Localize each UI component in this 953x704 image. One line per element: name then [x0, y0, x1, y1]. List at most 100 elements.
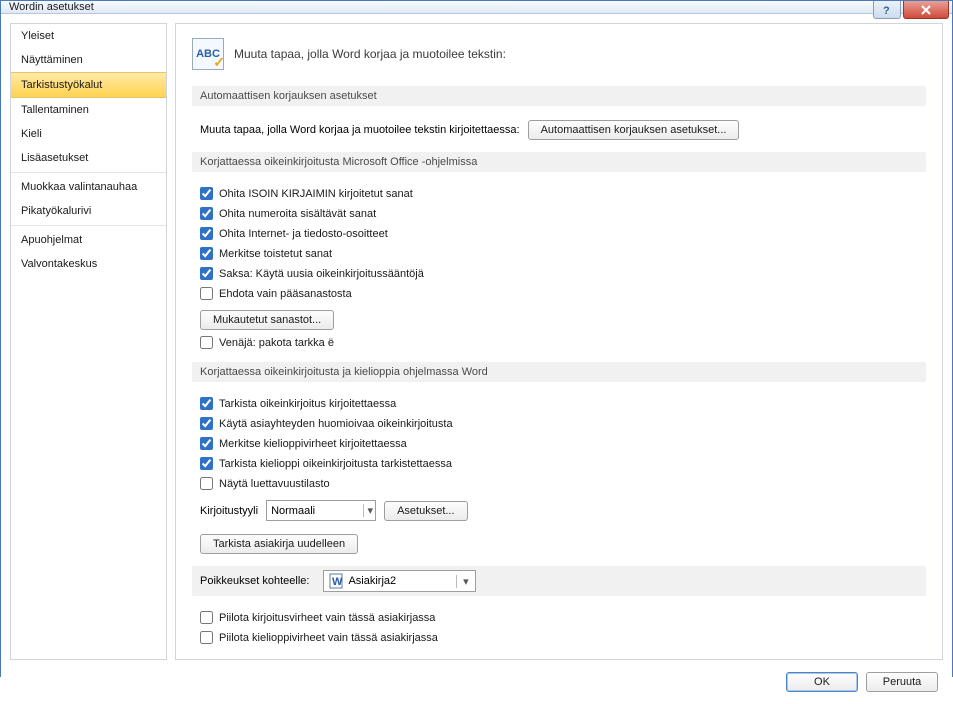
checkbox-label: Näytä luettavuustilasto — [219, 478, 330, 490]
section-office-spell-head: Korjattaessa oikeinkirjoitusta Microsoft… — [192, 152, 926, 172]
checkbox[interactable] — [200, 457, 213, 470]
checkbox-row: Piilota kirjoitusvirheet vain tässä asia… — [200, 610, 918, 625]
window-controls: ? — [871, 1, 949, 19]
checkbox[interactable] — [200, 207, 213, 220]
sidebar-separator — [11, 172, 166, 173]
recheck-document-button[interactable]: Tarkista asiakirja uudelleen — [200, 534, 358, 554]
autocorrect-row: Muuta tapaa, jolla Word korjaa ja muotoi… — [200, 120, 918, 140]
content-panel: ABC Muuta tapaa, jolla Word korjaa ja mu… — [175, 23, 943, 660]
checkbox-label: Tarkista kielioppi oikeinkirjoitusta tar… — [219, 458, 452, 470]
writing-style-select[interactable]: Normaali ▾ — [266, 500, 376, 521]
chevron-down-icon: ▾ — [363, 504, 374, 517]
checkbox[interactable] — [200, 336, 213, 349]
writing-style-value: Normaali — [271, 505, 315, 517]
autocorrect-options-button[interactable]: Automaattisen korjauksen asetukset... — [528, 120, 740, 140]
dialog-body: YleisetNäyttäminenTarkistustyökalutTalle… — [1, 14, 952, 704]
checkbox-label: Saksa: Käytä uusia oikeinkirjoitussääntö… — [219, 268, 424, 280]
section-autocorrect-body: Muuta tapaa, jolla Word korjaa ja muotoi… — [192, 114, 926, 144]
checkbox-label: Ohita numeroita sisältävät sanat — [219, 208, 376, 220]
main-pane: YleisetNäyttäminenTarkistustyökalutTalle… — [1, 14, 952, 660]
checkbox[interactable] — [200, 227, 213, 240]
page-title: Muuta tapaa, jolla Word korjaa ja muotoi… — [234, 47, 506, 61]
sidebar-item[interactable]: Tarkistustyökalut — [11, 72, 166, 98]
sidebar-item[interactable]: Pikatyökalurivi — [11, 199, 166, 223]
custom-dict-row: Mukautetut sanastot... — [200, 310, 918, 330]
checkbox-label: Piilota kirjoitusvirheet vain tässä asia… — [219, 612, 435, 624]
exceptions-doc-select[interactable]: W Asiakirja2 ▾ — [323, 570, 475, 592]
checkbox[interactable] — [200, 247, 213, 260]
svg-text:?: ? — [883, 5, 890, 16]
checkbox-row: Tarkista oikeinkirjoitus kirjoitettaessa — [200, 396, 918, 411]
help-button[interactable]: ? — [873, 1, 901, 19]
recheck-row: Tarkista asiakirja uudelleen — [200, 534, 918, 554]
checkbox-label: Ohita ISOIN KIRJAIMIN kirjoitetut sanat — [219, 188, 413, 200]
section-office-spell-body: Ohita ISOIN KIRJAIMIN kirjoitetut sanat O… — [192, 180, 926, 354]
checkbox-row: Piilota kielioppivirheet vain tässä asia… — [200, 630, 918, 645]
checkbox-row: Tarkista kielioppi oikeinkirjoitusta tar… — [200, 456, 918, 471]
sidebar-item[interactable]: Kieli — [11, 122, 166, 146]
checkbox-row: Venäjä: pakota tarkka ë — [200, 335, 918, 350]
help-icon: ? — [881, 4, 893, 16]
ok-button[interactable]: OK — [786, 672, 858, 692]
close-button[interactable] — [903, 1, 949, 19]
exceptions-doc-name: Asiakirja2 — [348, 575, 456, 587]
window-title: Wordin asetukset — [1, 1, 94, 13]
section-exceptions-body: Piilota kirjoitusvirheet vain tässä asia… — [192, 604, 926, 649]
exceptions-label: Poikkeukset kohteelle: — [200, 575, 309, 587]
chevron-down-icon: ▾ — [456, 575, 475, 588]
page-header: ABC Muuta tapaa, jolla Word korjaa ja mu… — [192, 34, 926, 78]
sidebar-item[interactable]: Tallentaminen — [11, 98, 166, 122]
sidebar-item[interactable]: Näyttäminen — [11, 48, 166, 72]
titlebar: Wordin asetukset ? — [1, 1, 952, 14]
checkbox-row: Näytä luettavuustilasto — [200, 476, 918, 491]
checkbox-label: Ohita Internet- ja tiedosto-osoitteet — [219, 228, 388, 240]
category-sidebar: YleisetNäyttäminenTarkistustyökalutTalle… — [10, 23, 167, 660]
sidebar-item[interactable]: Yleiset — [11, 24, 166, 48]
close-icon — [919, 5, 933, 15]
checkbox-row: Merkitse kielioppivirheet kirjoitettaess… — [200, 436, 918, 451]
section-word-spell-head: Korjattaessa oikeinkirjoitusta ja kielio… — [192, 362, 926, 382]
checkbox-row: Ohita numeroita sisältävät sanat — [200, 206, 918, 221]
writing-style-row: Kirjoitustyyli Normaali ▾ Asetukset... — [200, 500, 918, 521]
cancel-button[interactable]: Peruuta — [866, 672, 938, 692]
proofing-icon: ABC — [192, 38, 224, 70]
checkbox[interactable] — [200, 611, 213, 624]
checkbox-row: Saksa: Käytä uusia oikeinkirjoitussääntö… — [200, 266, 918, 281]
checkbox[interactable] — [200, 267, 213, 280]
checkbox-row: Merkitse toistetut sanat — [200, 246, 918, 261]
checkbox[interactable] — [200, 417, 213, 430]
checkbox-label: Merkitse kielioppivirheet kirjoitettaess… — [219, 438, 407, 450]
checkbox-label: Tarkista oikeinkirjoitus kirjoitettaessa — [219, 398, 396, 410]
autocorrect-desc: Muuta tapaa, jolla Word korjaa ja muotoi… — [200, 124, 520, 136]
checkbox-label: Piilota kielioppivirheet vain tässä asia… — [219, 632, 438, 644]
sidebar-item[interactable]: Valvontakeskus — [11, 252, 166, 276]
sidebar-item[interactable]: Lisäasetukset — [11, 146, 166, 170]
checkbox-row: Ohita Internet- ja tiedosto-osoitteet — [200, 226, 918, 241]
svg-text:W: W — [332, 576, 343, 588]
checkbox-label: Venäjä: pakota tarkka ë — [219, 337, 334, 349]
sidebar-item[interactable]: Apuohjelmat — [11, 228, 166, 252]
checkbox-row: Ehdota vain pääsanastosta — [200, 286, 918, 301]
checkbox[interactable] — [200, 477, 213, 490]
dialog-footer: OK Peruuta — [1, 660, 952, 704]
checkbox[interactable] — [200, 631, 213, 644]
sidebar-item[interactable]: Muokkaa valintanauhaa — [11, 175, 166, 199]
checkbox[interactable] — [200, 437, 213, 450]
checkbox-row: Käytä asiayhteyden huomioivaa oikeinkirj… — [200, 416, 918, 431]
checkbox-label: Merkitse toistetut sanat — [219, 248, 332, 260]
checkbox-label: Ehdota vain pääsanastosta — [219, 288, 352, 300]
section-autocorrect-head: Automaattisen korjauksen asetukset — [192, 86, 926, 106]
section-exceptions-head: Poikkeukset kohteelle: W Asiakirja2 ▾ — [192, 566, 926, 596]
options-dialog: Wordin asetukset ? YleisetNäyttäminenTar… — [0, 0, 953, 677]
checkbox[interactable] — [200, 397, 213, 410]
section-word-spell-body: Tarkista oikeinkirjoitus kirjoitettaessa… — [192, 390, 926, 558]
checkbox-row: Ohita ISOIN KIRJAIMIN kirjoitetut sanat — [200, 186, 918, 201]
writing-style-settings-button[interactable]: Asetukset... — [384, 501, 467, 521]
checkbox[interactable] — [200, 287, 213, 300]
checkbox[interactable] — [200, 187, 213, 200]
writing-style-label: Kirjoitustyyli — [200, 505, 258, 517]
sidebar-separator — [11, 225, 166, 226]
word-doc-icon: W — [328, 573, 344, 589]
checkbox-label: Käytä asiayhteyden huomioivaa oikeinkirj… — [219, 418, 453, 430]
custom-dictionaries-button[interactable]: Mukautetut sanastot... — [200, 310, 334, 330]
